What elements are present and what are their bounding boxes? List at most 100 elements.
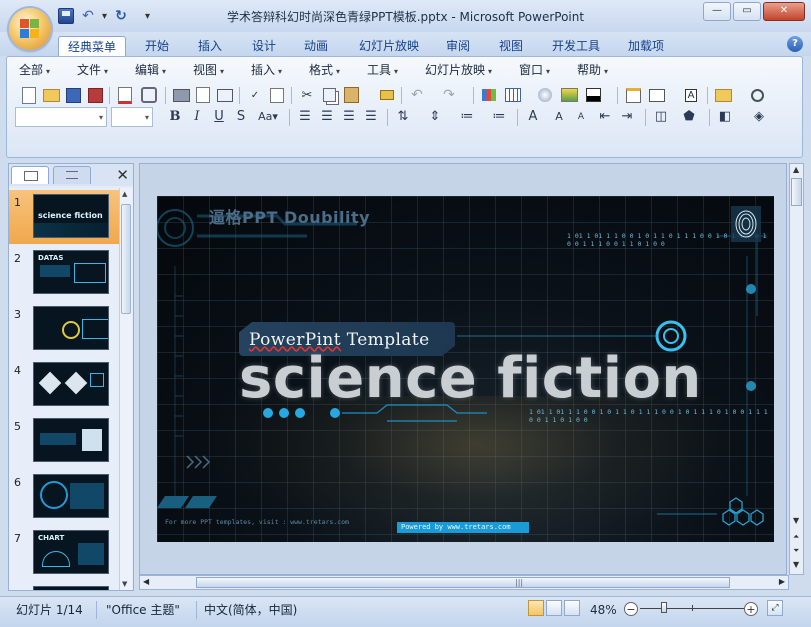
font-color-icon[interactable]: A: [523, 107, 543, 127]
shape-fill-icon[interactable]: ◧: [715, 107, 735, 127]
menu-slideshow[interactable]: 幻灯片放映 ▾: [425, 61, 492, 79]
new-slide-icon[interactable]: [623, 85, 643, 105]
menu-window[interactable]: 窗口 ▾: [519, 61, 550, 79]
align-center-icon[interactable]: ☰: [317, 107, 337, 127]
format-painter-icon[interactable]: [377, 85, 397, 105]
maximize-button[interactable]: ▭: [733, 2, 761, 21]
tab-slideshow[interactable]: 幻灯片放映: [352, 36, 426, 56]
slide-thumbnail[interactable]: 2 DATAS: [9, 246, 121, 300]
scroll-right-icon[interactable]: ▶: [779, 577, 785, 586]
decrease-indent-icon[interactable]: ⇤: [595, 107, 615, 127]
zoom-slider-thumb[interactable]: [661, 602, 667, 613]
menu-tools[interactable]: 工具 ▾: [367, 61, 398, 79]
spelling-icon[interactable]: ✓: [245, 85, 265, 105]
text-direction-icon[interactable]: ⇅: [393, 107, 413, 127]
slide-sorter-view-button[interactable]: [546, 600, 562, 616]
undo-toolbar-icon[interactable]: ↶: [407, 85, 427, 105]
new-document-icon[interactable]: [19, 85, 39, 105]
scroll-down-icon[interactable]: ▼: [122, 580, 127, 588]
font-size-select[interactable]: ▾: [111, 107, 153, 127]
tab-design[interactable]: 设计: [245, 36, 283, 56]
scrollbar-thumb[interactable]: |||: [196, 577, 730, 588]
bullets-icon[interactable]: ≔: [457, 107, 477, 127]
paint-bucket-icon[interactable]: ◈: [749, 107, 769, 127]
tab-insert[interactable]: 插入: [191, 36, 229, 56]
tab-home[interactable]: 开始: [138, 36, 176, 56]
close-button[interactable]: ✕: [763, 2, 805, 21]
menu-edit[interactable]: 编辑 ▾: [135, 61, 166, 79]
tab-slides[interactable]: [11, 166, 49, 184]
shrink-font-icon[interactable]: A: [571, 107, 591, 127]
tab-review[interactable]: 审阅: [439, 36, 477, 56]
find-icon[interactable]: [747, 85, 767, 105]
increase-indent-icon[interactable]: ⇥: [617, 107, 637, 127]
attach-icon[interactable]: [139, 85, 159, 105]
headline-text[interactable]: science fiction: [239, 346, 702, 411]
thumbnails-scrollbar[interactable]: ▲ ▼: [119, 188, 132, 590]
text-box-icon[interactable]: A: [681, 85, 701, 105]
minimize-button[interactable]: —: [703, 2, 731, 21]
vertical-scrollbar[interactable]: ▲ ▼ ⏶ ⏷ ▼: [789, 163, 804, 575]
menu-format[interactable]: 格式 ▾: [309, 61, 340, 79]
slide-thumbnail[interactable]: 6: [9, 470, 121, 524]
scroll-up-icon[interactable]: ▲: [793, 165, 799, 174]
quick-print-icon[interactable]: [215, 85, 235, 105]
menu-view[interactable]: 视图 ▾: [193, 61, 224, 79]
tab-view[interactable]: 视图: [492, 36, 530, 56]
scroll-down-icon[interactable]: ▼: [793, 516, 799, 525]
scroll-left-icon[interactable]: ◀: [143, 577, 149, 586]
insert-picture-icon[interactable]: [559, 85, 579, 105]
fit-to-window-icon[interactable]: ⤢: [767, 600, 783, 616]
shadow-text-icon[interactable]: S: [231, 107, 251, 127]
save-icon[interactable]: [63, 85, 83, 105]
open-folder-icon[interactable]: [41, 85, 61, 105]
language-indicator[interactable]: 中文(简体，中国): [204, 600, 297, 620]
print-icon[interactable]: [171, 85, 191, 105]
shapes-icon[interactable]: ⬟: [679, 107, 699, 127]
numbering-icon[interactable]: ≔: [489, 107, 509, 127]
bold-icon[interactable]: B: [165, 107, 185, 127]
horizontal-scrollbar[interactable]: ◀ ||| ▶: [139, 575, 789, 590]
underline-icon[interactable]: U: [209, 107, 229, 127]
slideshow-view-button[interactable]: [564, 600, 580, 616]
line-spacing-icon[interactable]: ⇕: [425, 107, 445, 127]
justify-icon[interactable]: ☰: [361, 107, 381, 127]
scrollbar-thumb[interactable]: [791, 178, 802, 206]
slide-thumbnail[interactable]: 4: [9, 358, 121, 412]
next-slide-icon[interactable]: ⏷: [793, 546, 799, 556]
slide-thumbnail[interactable]: 8: [9, 582, 121, 590]
tab-outline[interactable]: [53, 166, 91, 184]
insert-media-icon[interactable]: [535, 85, 555, 105]
close-pane-icon[interactable]: ✕: [116, 166, 129, 184]
normal-view-button[interactable]: [528, 600, 544, 616]
research-icon[interactable]: [267, 85, 287, 105]
slide-canvas[interactable]: 逼格PPT Doubility 1 01 1 01 1 1 0 0 1 0 1 …: [157, 196, 774, 542]
paste-icon[interactable]: [341, 85, 361, 105]
align-right-icon[interactable]: ☰: [339, 107, 359, 127]
permission-icon[interactable]: [115, 85, 135, 105]
cut-icon[interactable]: ✂: [297, 85, 317, 105]
change-case-icon[interactable]: Aa▾: [255, 107, 281, 127]
menu-help[interactable]: 帮助 ▾: [577, 61, 608, 79]
redo-toolbar-icon[interactable]: ↷: [439, 85, 459, 105]
tab-addins[interactable]: 加载项: [622, 36, 670, 56]
slide-thumbnail[interactable]: 3: [9, 302, 121, 356]
publish-icon[interactable]: [85, 85, 105, 105]
previous-slide-icon[interactable]: ⏶: [793, 532, 799, 542]
insert-chart-icon[interactable]: [479, 85, 499, 105]
slide-thumbnail[interactable]: 7 CHART: [9, 526, 121, 580]
print-preview-icon[interactable]: [193, 85, 213, 105]
scroll-down-2-icon[interactable]: ▼: [793, 560, 799, 569]
italic-icon[interactable]: I: [187, 107, 207, 127]
tab-classic-menu[interactable]: 经典菜单: [58, 36, 126, 57]
menu-file[interactable]: 文件 ▾: [77, 61, 108, 79]
open-folder-2-icon[interactable]: [713, 85, 733, 105]
menu-all[interactable]: 全部 ▾: [19, 61, 50, 79]
tab-developer[interactable]: 开发工具: [546, 36, 606, 56]
slide-thumbnail[interactable]: 5: [9, 414, 121, 468]
layout-icon[interactable]: [647, 85, 667, 105]
align-left-icon[interactable]: ☰: [295, 107, 315, 127]
scroll-up-icon[interactable]: ▲: [122, 190, 127, 198]
help-icon[interactable]: ?: [787, 36, 803, 52]
insert-table-icon[interactable]: [503, 85, 523, 105]
